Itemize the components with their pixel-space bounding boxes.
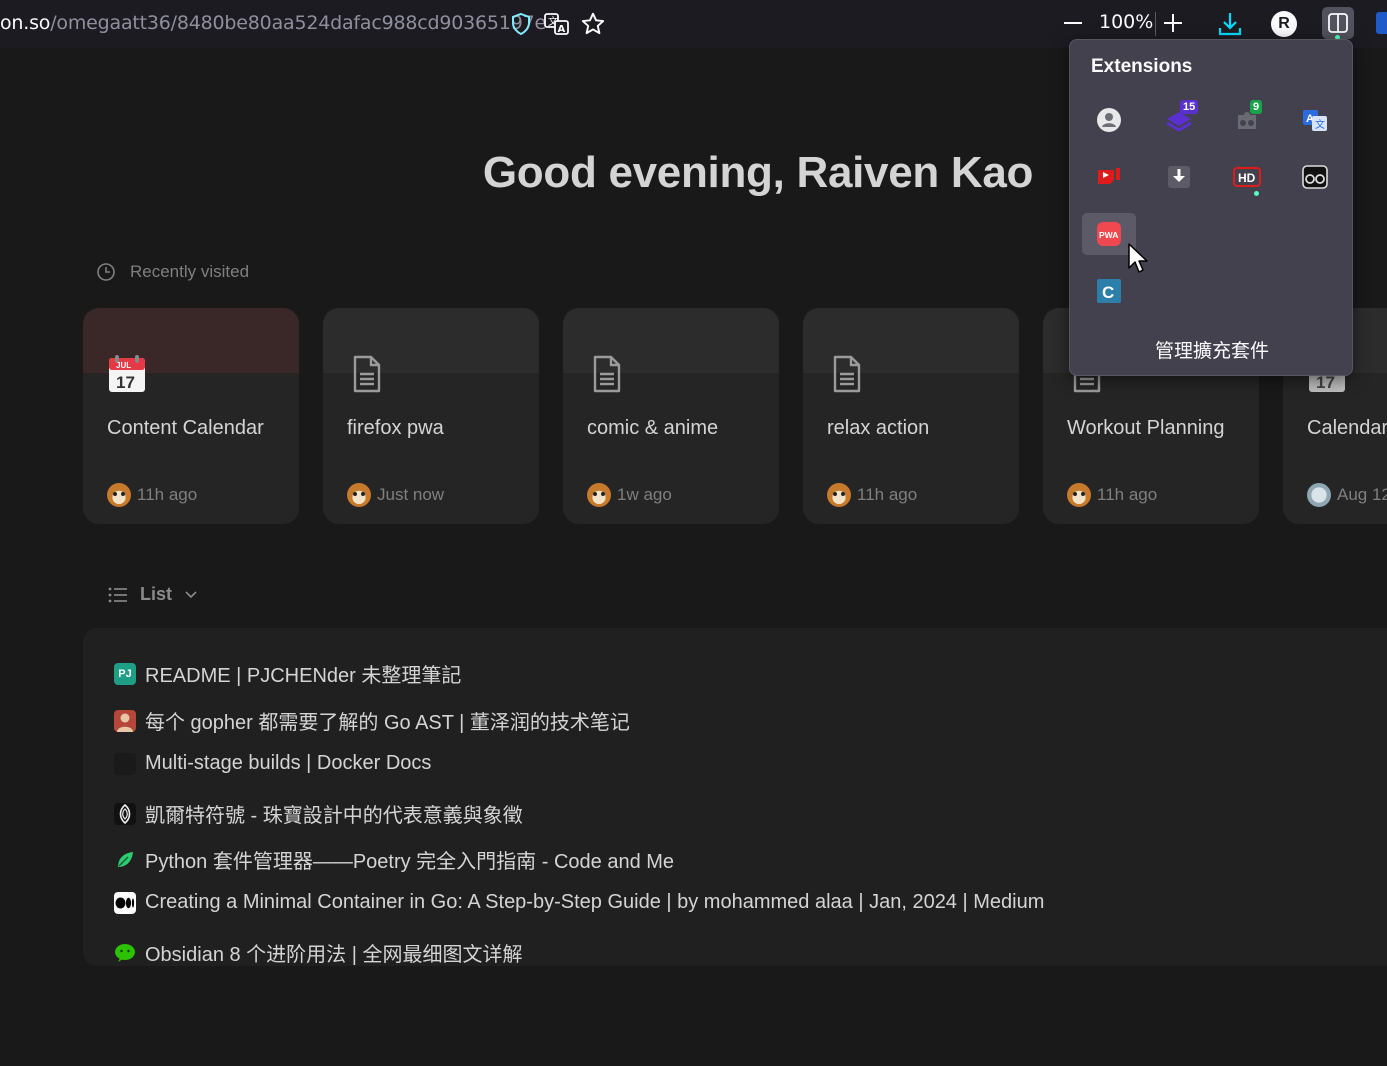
recent-card[interactable]: relax action 11h ago <box>803 308 1019 524</box>
hd-label: HD <box>1238 171 1256 185</box>
card-time: 11h ago <box>137 485 198 504</box>
recent-card[interactable]: comic & anime 1w ago <box>563 308 779 524</box>
clock-icon <box>97 263 115 281</box>
card-time: Aug 12 <box>1337 485 1387 504</box>
zoom-out-button[interactable] <box>1060 10 1086 36</box>
card-title: relax action <box>827 417 930 439</box>
c-label: C <box>1102 283 1114 302</box>
leaf-icon <box>114 849 136 871</box>
recent-card[interactable]: firefox pwa Just now <box>323 308 539 524</box>
list-item-title: Multi-stage builds | Docker Docs <box>145 752 432 774</box>
list-item-title: Obsidian 8 个进阶用法 | 全网最细图文详解 <box>145 944 523 966</box>
c-letter-extension-icon[interactable]: C <box>1082 270 1136 312</box>
page-icon <box>827 354 867 394</box>
list-item-title: Creating a Minimal Container in Go: A St… <box>145 891 1045 913</box>
card-time: 1w ago <box>617 485 672 504</box>
extensions-panel-title: Extensions <box>1091 56 1193 77</box>
card-meta: Aug 12 <box>1307 483 1387 507</box>
page-icon <box>347 354 387 394</box>
extension-badge-count: 9 <box>1250 100 1263 114</box>
medium-icon <box>114 891 136 914</box>
celtic-icon <box>114 802 136 825</box>
user-avatar <box>1067 483 1091 507</box>
person-avatar-icon <box>114 709 136 732</box>
bookmark-star-icon[interactable] <box>579 10 607 38</box>
zoom-in-button[interactable] <box>1160 10 1186 36</box>
card-meta: 11h ago <box>1067 483 1157 507</box>
card-title: comic & anime <box>587 417 719 439</box>
list-item[interactable]: Python 套件管理器——Poetry 完全入門指南 - Code and M… <box>114 845 674 874</box>
pjchender-icon: PJ <box>114 662 136 685</box>
youtube-extension-icon[interactable] <box>1082 156 1136 198</box>
extensions-panel: Extensions 15 9 A文 HD PWA C 管理擴充套件 <box>1069 39 1353 376</box>
translate-icon[interactable]: 文A <box>543 10 571 38</box>
user-avatar <box>347 483 371 507</box>
download-extension-icon[interactable] <box>1152 156 1206 198</box>
url-bar[interactable]: on.so/omegaatt36/8480be80aa524dafac988cd… <box>0 12 546 34</box>
svg-text:文: 文 <box>1315 118 1325 131</box>
hd-extension-icon[interactable]: HD <box>1220 156 1274 198</box>
extensions-panel-icon <box>1328 13 1348 33</box>
manage-extensions-link[interactable]: 管理擴充套件 <box>1070 336 1354 363</box>
list-label: List <box>140 584 173 604</box>
mouse-cursor-icon <box>1128 243 1150 275</box>
card-meta: 11h ago <box>827 483 917 507</box>
tracking-protection-shield-icon[interactable] <box>507 10 535 38</box>
svg-text:JUL: JUL <box>116 361 131 370</box>
translate-extension-icon[interactable]: A文 <box>1288 99 1342 141</box>
extension-badge-count: 15 <box>1180 100 1199 114</box>
card-time: 11h ago <box>1097 485 1158 504</box>
chevron-down-icon <box>185 590 197 598</box>
list-item-title: 每个 gopher 都需要了解的 Go AST | 董泽润的技术笔记 <box>145 712 630 734</box>
zoom-separator <box>1155 12 1156 36</box>
url-domain: on.so <box>0 12 51 34</box>
svg-text:17: 17 <box>116 373 135 392</box>
card-meta: 11h ago <box>107 483 197 507</box>
list-item[interactable]: Multi-stage builds | Docker Docs <box>114 752 431 775</box>
downloads-icon[interactable] <box>1216 10 1244 38</box>
list-icon <box>108 587 127 602</box>
user-avatar <box>107 483 131 507</box>
list-view-selector[interactable]: List <box>108 584 198 605</box>
card-time: 11h ago <box>857 485 918 504</box>
wechat-icon <box>114 942 136 964</box>
user-avatar <box>827 483 851 507</box>
card-title: Workout Planning <box>1067 417 1225 439</box>
user-avatar <box>1307 483 1331 507</box>
list-item[interactable]: PJ README | PJCHENder 未整理筆記 <box>114 659 461 688</box>
recently-visited-label: Recently visited <box>130 262 250 281</box>
card-title: firefox pwa <box>347 417 444 439</box>
recent-card[interactable]: JUL 17 Content Calendar 11h ago <box>83 308 299 524</box>
list-item[interactable]: 每个 gopher 都需要了解的 Go AST | 董泽润的技术笔记 <box>114 706 630 735</box>
pwa-label: PWA <box>1099 230 1118 240</box>
glasses-extension-icon[interactable] <box>1288 156 1342 198</box>
recently-visited-header: Recently visited <box>96 262 249 282</box>
gray-puzzle-extension-icon[interactable]: 9 <box>1220 99 1274 141</box>
card-meta: 1w ago <box>587 483 672 507</box>
user-avatar <box>587 483 611 507</box>
default-avatar-extension-icon[interactable] <box>1082 99 1136 141</box>
toolbar-extension-icon-partial[interactable] <box>1376 12 1387 34</box>
card-time: Just now <box>377 485 445 504</box>
extension-active-dot <box>1254 191 1259 196</box>
zoom-level[interactable]: 100% <box>1099 11 1153 33</box>
svg-text:A: A <box>558 24 566 35</box>
url-path: /omegaatt36/8480be80aa524dafac988cd90365… <box>50 12 546 34</box>
list-item[interactable]: 凱爾特符號 - 珠寶設計中的代表意義與象徵 <box>114 799 523 828</box>
card-title: Calendar <box>1307 417 1387 439</box>
list-item[interactable]: Creating a Minimal Container in Go: A St… <box>114 891 1044 914</box>
calendar-icon: JUL 17 <box>107 354 147 394</box>
account-avatar[interactable]: R <box>1271 11 1297 37</box>
page-icon <box>587 354 627 394</box>
list-item-title: Python 套件管理器——Poetry 完全入門指南 - Code and M… <box>145 851 675 873</box>
layered-stack-extension-icon[interactable]: 15 <box>1152 99 1206 141</box>
card-title: Content Calendar <box>107 417 264 439</box>
card-meta: Just now <box>347 483 444 507</box>
list-item[interactable]: Obsidian 8 个进阶用法 | 全网最细图文详解 <box>114 938 522 967</box>
list-item-title: 凱爾特符號 - 珠寶設計中的代表意義與象徵 <box>145 805 523 827</box>
list-item-title: README | PJCHENder 未整理筆記 <box>145 665 462 687</box>
docker-icon <box>114 752 136 775</box>
